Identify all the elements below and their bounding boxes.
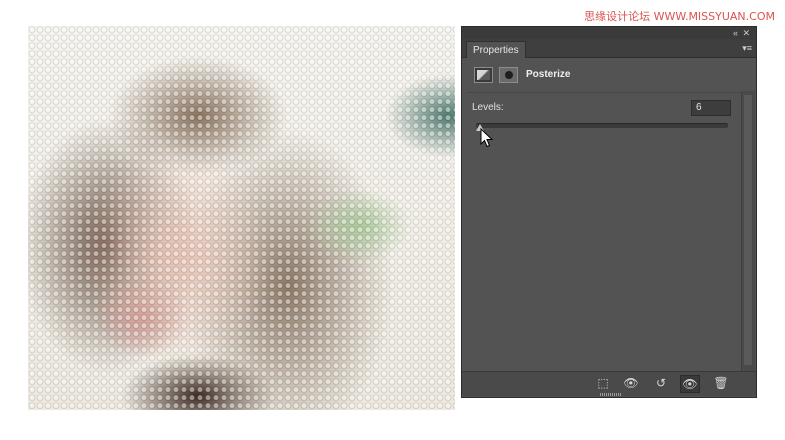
collapse-icon[interactable]: « — [733, 27, 738, 39]
watermark: 思缘设计论坛 WWW.MISSYUAN.COM — [584, 10, 775, 23]
scrollbar-thumb[interactable] — [744, 95, 752, 365]
layer-mask-icon[interactable] — [499, 67, 518, 83]
tab-properties[interactable]: Properties — [466, 41, 526, 58]
resize-grip[interactable] — [600, 393, 622, 396]
visibility-eye-icon[interactable]: 👁 — [680, 375, 700, 393]
image-canvas[interactable] — [28, 26, 455, 410]
lego-dot-overlay — [28, 26, 455, 410]
panel-footer: ⬚ 👁 ↺ 👁 🗑 — [462, 371, 756, 396]
mouse-cursor-icon — [480, 128, 494, 148]
levels-label: Levels: — [472, 102, 504, 113]
close-icon[interactable]: ✕ — [742, 27, 750, 39]
adjustment-title: Posterize — [526, 69, 571, 80]
panel-tab-bar: Properties ▾≡ — [462, 39, 756, 58]
panel-title-bar[interactable]: « ✕ — [462, 27, 756, 39]
panel-scrollbar[interactable] — [741, 91, 755, 371]
view-previous-state-icon[interactable]: 👁 — [622, 375, 640, 391]
reset-icon[interactable]: ↺ — [652, 375, 670, 391]
levels-slider-track[interactable] — [476, 123, 728, 128]
delete-trash-icon[interactable]: 🗑 — [712, 375, 730, 391]
properties-panel: « ✕ Properties ▾≡ Posterize Levels: 6 ⬚ … — [461, 26, 757, 398]
adjustment-header: Posterize — [462, 58, 756, 92]
levels-input[interactable]: 6 — [691, 100, 731, 116]
panel-menu-icon[interactable]: ▾≡ — [742, 43, 752, 53]
divider — [468, 92, 750, 93]
adjustment-layer-icon[interactable] — [474, 67, 493, 83]
clip-to-layer-icon[interactable]: ⬚ — [594, 375, 612, 391]
